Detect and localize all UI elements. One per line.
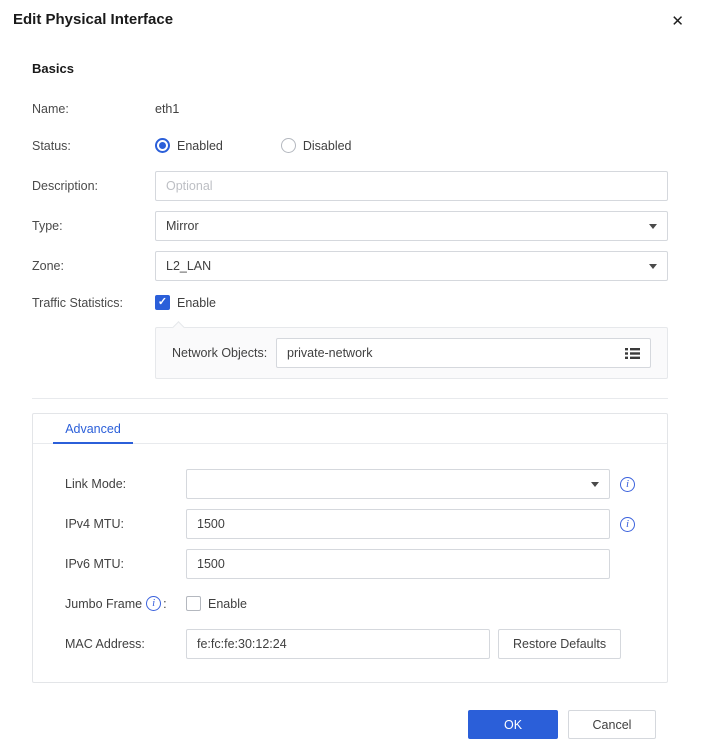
chevron-down-icon [591,481,599,487]
mac-address-input[interactable] [186,629,490,659]
network-objects-value: private-network [287,346,373,360]
dialog-header: Edit Physical Interface ✕ [0,0,702,33]
close-icon[interactable]: ✕ [667,11,688,33]
network-objects-label: Network Objects: [172,346,268,360]
link-mode-label: Link Mode: [65,477,127,491]
name-label: Name: [32,102,69,116]
status-enabled-label: Enabled [177,138,223,153]
dialog-footer: OK Cancel [32,710,668,739]
ipv6-mtu-input[interactable] [186,549,610,579]
status-row: Status: Enabled Disabled [32,138,668,153]
mac-address-label: MAC Address: [65,637,145,651]
status-enabled-radio[interactable] [155,138,170,153]
dialog-title: Edit Physical Interface [13,11,174,28]
jumbo-enable-label: Enable [208,596,247,611]
traffic-statistics-label: Traffic Statistics: [32,295,123,310]
link-mode-select[interactable] [186,469,610,499]
status-disabled-label: Disabled [302,138,352,153]
info-icon[interactable] [620,516,635,532]
type-label: Type: [32,219,63,233]
zone-row: Zone: L2_LAN [32,251,668,281]
mac-address-row: MAC Address: Restore Defaults [65,629,637,659]
list-icon[interactable] [625,347,640,360]
jumbo-enable-checkbox[interactable] [186,596,201,611]
ipv4-mtu-label: IPv4 MTU: [65,517,125,531]
ipv4-mtu-input[interactable] [186,509,610,539]
name-value: eth1 [155,102,180,116]
zone-label: Zone: [32,259,64,273]
info-icon[interactable] [146,596,162,611]
traffic-statistics-panel: Network Objects: private-network [155,327,668,379]
traffic-enable-label: Enable [177,295,216,310]
basics-heading: Basics [32,61,74,76]
zone-select-value: L2_LAN [166,259,212,273]
ipv4-mtu-row: IPv4 MTU: [65,509,637,539]
advanced-tabbar: Advanced [33,414,667,444]
chevron-down-icon [649,263,657,269]
ipv6-mtu-label: IPv6 MTU: [65,557,125,571]
traffic-statistics-row: Traffic Statistics: Enable [32,295,668,310]
link-mode-row: Link Mode: [65,469,637,499]
status-label: Status: [32,138,71,153]
type-select[interactable]: Mirror [155,211,668,241]
description-row: Description: [32,171,668,201]
type-select-value: Mirror [166,219,199,233]
name-row: Name: eth1 [32,102,668,116]
tab-advanced[interactable]: Advanced [53,414,133,444]
description-label: Description: [32,179,98,193]
advanced-panel: Advanced Link Mode: IPv4 MTU: [32,413,668,683]
ok-button[interactable]: OK [468,710,558,739]
dialog-content: Basics Name: eth1 Status: Enabled Disabl… [0,61,702,739]
traffic-enable-checkbox[interactable] [155,295,170,310]
cancel-button[interactable]: Cancel [568,710,656,739]
restore-defaults-button[interactable]: Restore Defaults [498,629,622,659]
network-objects-field[interactable]: private-network [276,338,651,368]
jumbo-frame-colon: : [163,596,167,611]
jumbo-frame-label: Jumbo Frame [65,596,143,611]
info-icon[interactable] [620,476,635,492]
jumbo-frame-row: Jumbo Frame : Enable [65,596,637,611]
chevron-down-icon [649,223,657,229]
status-disabled-radio[interactable] [280,138,296,153]
description-input[interactable] [155,171,668,201]
section-divider [32,398,668,399]
zone-select[interactable]: L2_LAN [155,251,668,281]
ipv6-mtu-row: IPv6 MTU: [65,549,637,579]
type-row: Type: Mirror [32,211,668,241]
